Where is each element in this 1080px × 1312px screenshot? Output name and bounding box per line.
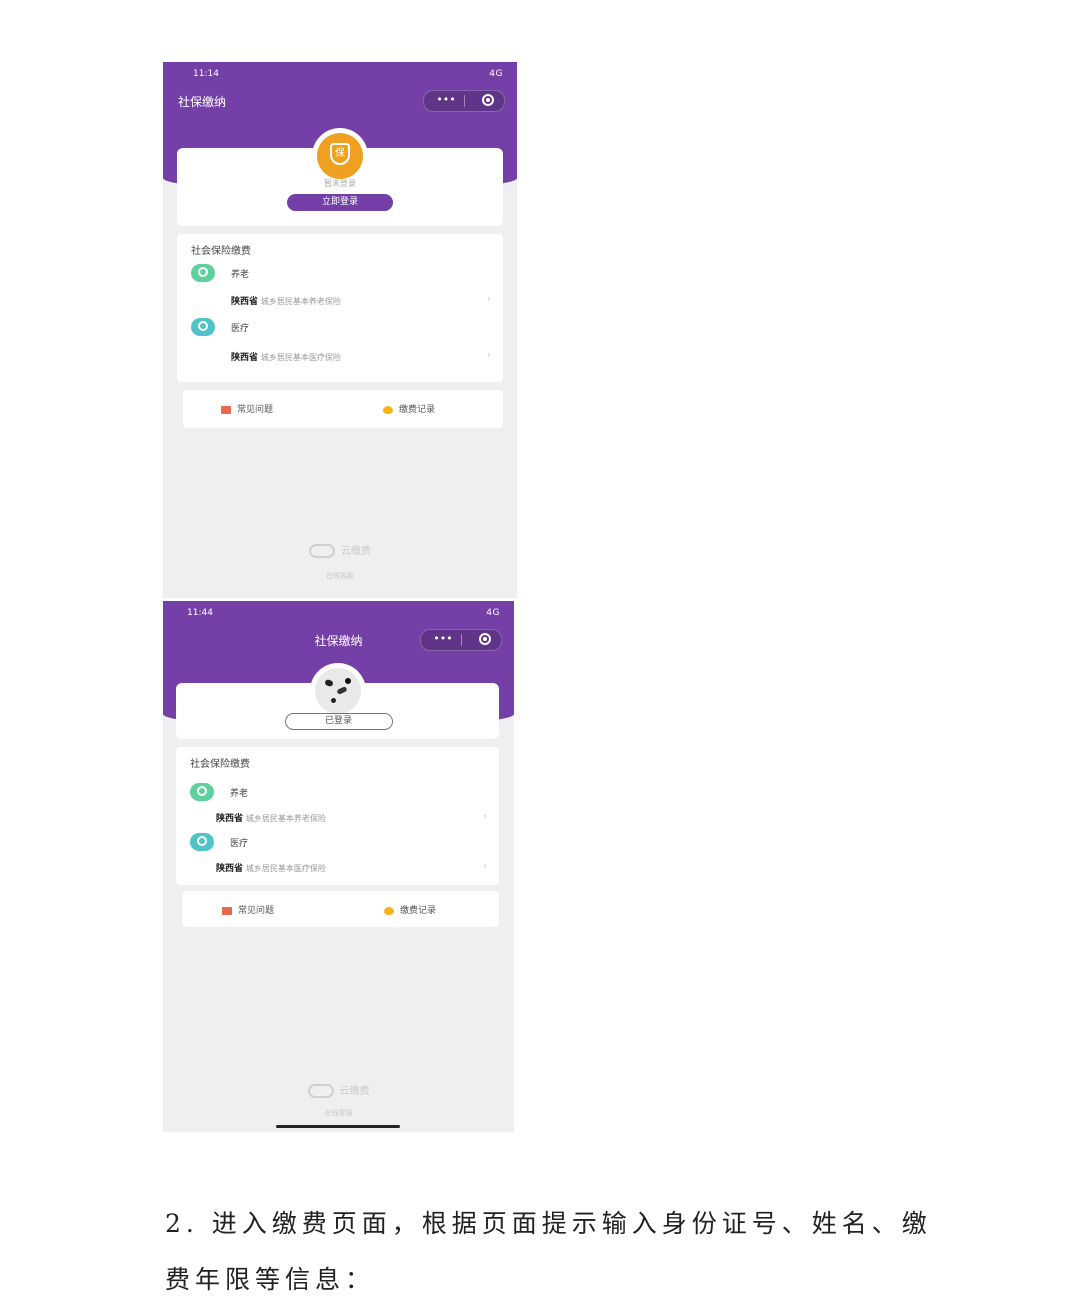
pension-plan-row[interactable]: 陕西省 城乡居民基本养老保险 › — [216, 811, 487, 827]
records-label: 缴费记录 — [400, 906, 437, 916]
logged-in-button[interactable]: 已登录 — [284, 713, 393, 730]
miniprogram-capsule[interactable]: ••• — [420, 629, 502, 651]
medical-icon — [190, 833, 214, 851]
brand-footer: 云缴费 — [163, 542, 517, 558]
chevron-right-icon: › — [483, 861, 487, 872]
status-time: 11:44 — [187, 608, 213, 618]
avatar-glyph: 保 — [330, 143, 350, 165]
records-icon — [383, 405, 393, 414]
pension-label: 养老 — [231, 270, 250, 280]
cloud-icon — [309, 544, 335, 558]
page-title: 社保缴纳 — [178, 95, 227, 109]
capsule-divider — [464, 95, 465, 107]
quick-links-card: 常见问题 缴费记录 — [182, 891, 499, 927]
user-avatar-icon — [314, 668, 361, 714]
chevron-right-icon: › — [487, 350, 491, 361]
medical-plan-row[interactable]: 陕西省 城乡居民基本医疗保险 › — [216, 861, 487, 877]
brand-name: 云缴费 — [341, 546, 371, 557]
miniprogram-capsule[interactable]: ••• — [423, 90, 505, 112]
chevron-right-icon: › — [487, 294, 491, 305]
records-label: 缴费记录 — [399, 405, 436, 415]
medical-plan-row[interactable]: 陕西省 城乡居民基本医疗保险 › — [231, 350, 491, 366]
status-time: 11:14 — [193, 69, 219, 79]
close-target-icon[interactable] — [482, 94, 494, 106]
instruction-line-2: 费年限等信息： — [165, 1265, 376, 1294]
home-indicator — [276, 1125, 400, 1128]
pension-province: 陕西省 — [231, 297, 259, 307]
insurance-badge-icon: 保 — [317, 133, 363, 179]
status-signal: 4G — [489, 69, 503, 79]
medical-province: 陕西省 — [231, 353, 259, 363]
medical-plan: 城乡居民基本医疗保险 — [260, 353, 341, 362]
medical-label: 医疗 — [230, 839, 249, 849]
capsule-divider — [461, 634, 462, 646]
customer-service-link[interactable]: 在线客服 — [163, 571, 517, 581]
pension-plan: 城乡居民基本养老保险 — [245, 814, 326, 823]
section-title: 社会保险缴费 — [191, 246, 251, 257]
more-icon[interactable]: ••• — [432, 93, 460, 107]
login-card: 保 暂未登录 立即登录 — [177, 128, 503, 226]
medical-icon — [191, 318, 215, 336]
brand-name: 云缴费 — [339, 1086, 370, 1097]
faq-icon — [222, 906, 232, 915]
pension-province: 陕西省 — [216, 814, 244, 824]
leaf-icon — [191, 264, 215, 282]
chevron-right-icon: › — [483, 811, 487, 822]
medical-plan: 城乡居民基本医疗保险 — [245, 864, 326, 873]
title-bar: 社保缴纳 ••• — [163, 627, 514, 651]
brand-footer: 云缴费 — [163, 1082, 514, 1098]
medical-province: 陕西省 — [216, 864, 244, 874]
login-button[interactable]: 立即登录 — [287, 194, 393, 211]
faq-link[interactable]: 常见问题 — [222, 903, 274, 916]
pension-plan: 城乡居民基本养老保险 — [260, 297, 341, 306]
faq-icon — [221, 405, 231, 414]
status-signal: 4G — [486, 608, 500, 618]
avatar — [309, 663, 366, 719]
insurance-card: 社会保险缴费 养老 陕西省 城乡居民基本养老保险 › 医疗 陕西省 城乡居民基本… — [177, 234, 503, 382]
phone-screenshot-logged-out: 11:14 4G 社保缴纳 ••• 保 暂未登录 立即登录 社会保险缴费 养老 … — [163, 62, 517, 598]
customer-service-link[interactable]: 在线客服 — [163, 1108, 514, 1118]
login-status-text: 暂未登录 — [324, 179, 356, 188]
insurance-card: 社会保险缴费 养老 陕西省 城乡居民基本养老保险 › 医疗 陕西省 城乡居民基本… — [176, 747, 499, 885]
section-title: 社会保险缴费 — [190, 759, 250, 770]
instruction-line-1: 2. 进入缴费页面，根据页面提示输入身份证号、姓名、缴 — [165, 1209, 932, 1238]
records-icon — [384, 906, 394, 915]
faq-label: 常见问题 — [238, 906, 275, 916]
close-target-icon[interactable] — [479, 633, 491, 645]
pension-label: 养老 — [230, 789, 249, 799]
cloud-icon — [307, 1084, 334, 1098]
faq-link[interactable]: 常见问题 — [221, 402, 273, 415]
phone-screenshot-logged-in: 11:44 4G 社保缴纳 ••• 已登录 社会保险缴费 养老 陕西省 城乡居民… — [163, 601, 514, 1132]
payment-records-link[interactable]: 缴费记录 — [384, 903, 436, 916]
quick-links-card: 常见问题 缴费记录 — [183, 390, 503, 428]
avatar: 保 — [312, 128, 368, 184]
status-bar: 11:14 4G — [163, 62, 517, 86]
login-card: 已登录 — [176, 663, 499, 739]
status-bar: 11:44 4G — [163, 601, 514, 625]
leaf-icon — [190, 783, 214, 801]
payment-records-link[interactable]: 缴费记录 — [383, 402, 435, 415]
medical-label: 医疗 — [231, 324, 250, 334]
title-bar: 社保缴纳 ••• — [163, 88, 517, 112]
faq-label: 常见问题 — [237, 405, 274, 415]
more-icon[interactable]: ••• — [429, 632, 457, 646]
pension-plan-row[interactable]: 陕西省 城乡居民基本养老保险 › — [231, 294, 491, 310]
